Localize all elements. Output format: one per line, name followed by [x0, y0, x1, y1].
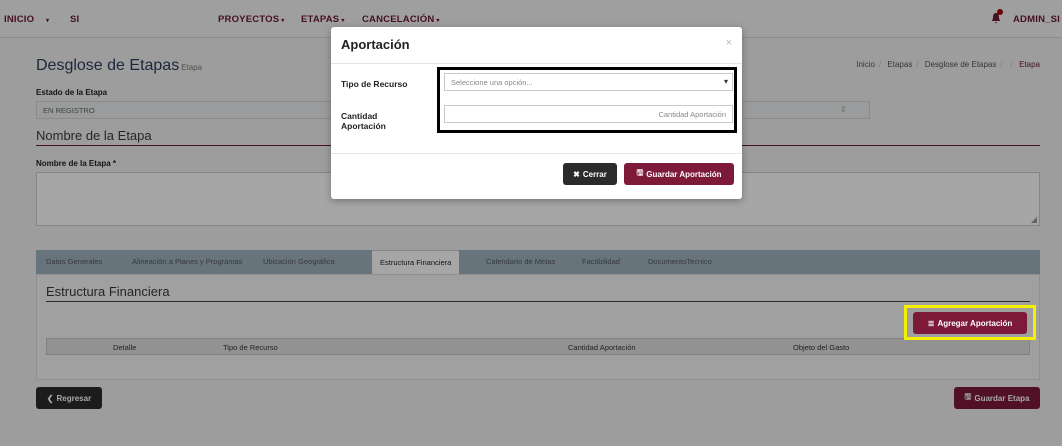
tipo-recurso-label: Tipo de Recurso [341, 79, 408, 89]
close-icon[interactable]: × [726, 37, 732, 49]
cantidad-label: Cantidad Aportación [341, 111, 386, 131]
modal-title: Aportación [341, 37, 410, 52]
modal-footer-divider [331, 153, 742, 154]
save-icon: 🖫 [636, 168, 644, 177]
close-x-icon: ✖ [573, 169, 580, 179]
cerrar-button[interactable]: ✖ Cerrar [563, 163, 617, 185]
highlight-box-yellow [904, 305, 1036, 340]
modal-header-divider [331, 63, 742, 64]
highlight-box-black [437, 67, 737, 133]
aportacion-modal: Aportación × Tipo de Recurso Cantidad Apo… [331, 27, 742, 199]
guardar-aportacion-button[interactable]: 🖫 Guardar Aportación [624, 163, 734, 185]
